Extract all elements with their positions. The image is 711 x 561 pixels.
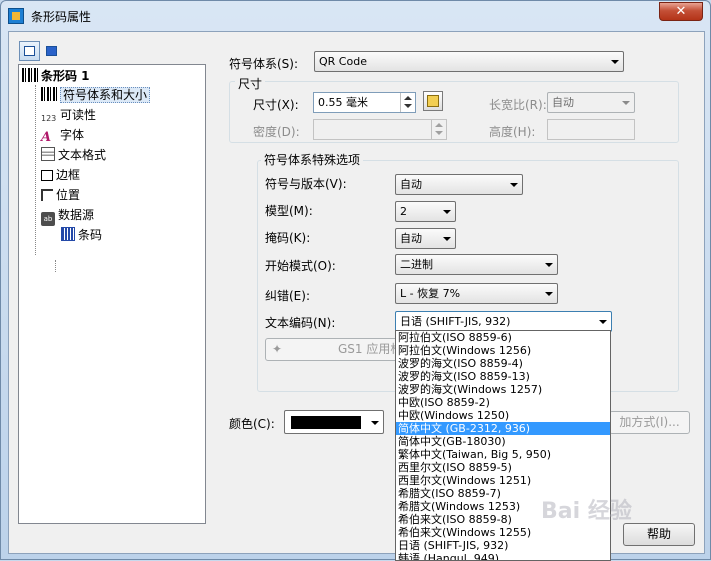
- tabbed-view-button[interactable]: [41, 41, 62, 61]
- mask-select[interactable]: 自动: [395, 228, 456, 249]
- color-select[interactable]: [284, 410, 384, 434]
- encoding-option[interactable]: 波罗的海文(Windows 1257): [396, 383, 610, 396]
- encoding-option[interactable]: 波罗的海文(ISO 8859-13): [396, 370, 610, 383]
- mask-label: 掩码(K):: [265, 231, 311, 245]
- barcode-icon: [22, 68, 38, 82]
- help-button[interactable]: 帮助: [623, 523, 695, 546]
- start-mode-label: 开始模式(O):: [265, 259, 336, 273]
- model-label: 模型(M):: [265, 204, 313, 218]
- tree-item-readability[interactable]: 123 可读性: [41, 106, 96, 124]
- barcode-icon: [41, 87, 57, 101]
- encoding-option[interactable]: 简体中文(GB-18030): [396, 435, 610, 448]
- chevron-down-icon: [611, 60, 619, 64]
- error-correction-select[interactable]: L - 恢复 7%: [395, 283, 558, 304]
- color-swatch: [291, 416, 361, 429]
- chevron-down-icon: [371, 421, 379, 425]
- window-title: 条形码属性: [31, 10, 92, 24]
- encoding-option[interactable]: 阿拉伯文(ISO 8859-6): [396, 331, 610, 344]
- tree-connector: [55, 260, 56, 272]
- tree-item-barcode-source[interactable]: 条码: [61, 226, 102, 244]
- barcode-source-icon: [61, 227, 75, 241]
- version-select[interactable]: 自动: [395, 174, 523, 195]
- text-encoding-select[interactable]: 日语 (SHIFT-JIS, 932): [395, 311, 612, 332]
- text-format-icon: [41, 147, 55, 161]
- chevron-down-icon: [443, 210, 451, 214]
- special-options-title: 符号体系特殊选项: [261, 151, 364, 168]
- method-button[interactable]: 加方式(I)...: [609, 411, 690, 434]
- border-icon: [41, 170, 53, 181]
- encoding-option[interactable]: 希伯来文(Windows 1255): [396, 526, 610, 539]
- height-input[interactable]: [547, 119, 635, 140]
- symbology-label: 符号体系(S):: [229, 57, 299, 71]
- magic-wand-icon: ✦: [272, 342, 283, 356]
- position-icon: [41, 189, 53, 201]
- chevron-down-icon: [599, 320, 607, 324]
- start-mode-select[interactable]: 二进制: [395, 254, 558, 275]
- title-bar[interactable]: 条形码属性 ✕: [1, 1, 710, 31]
- text-encoding-label: 文本编码(N):: [265, 316, 336, 330]
- chevron-down-icon: [545, 263, 553, 267]
- tree-view-icon: [24, 46, 35, 56]
- encoding-option[interactable]: 西里尔文(ISO 8859-5): [396, 461, 610, 474]
- datasource-icon: ab: [41, 212, 55, 226]
- barcode-properties-dialog: 条形码属性 ✕ 条形码 1 符号体系和大小 123可读性 A字体 文本格式: [0, 0, 711, 561]
- size-label: 尺寸(X):: [253, 98, 299, 112]
- encoding-dropdown-list: 阿拉伯文(ISO 8859-6) 阿拉伯文(Windows 1256) 波罗的海文(…: [395, 330, 611, 561]
- encoding-option[interactable]: 阿拉伯文(Windows 1256): [396, 344, 610, 357]
- tree-item-symbology[interactable]: 符号体系和大小: [41, 86, 151, 104]
- size-input[interactable]: 0.55 毫米: [313, 92, 416, 113]
- size-spinner[interactable]: [400, 93, 415, 112]
- density-input[interactable]: [313, 119, 447, 140]
- color-label: 颜色(C):: [229, 417, 275, 431]
- encoding-options: 阿拉伯文(ISO 8859-6) 阿拉伯文(Windows 1256) 波罗的海文(…: [396, 331, 610, 560]
- tree-toolbar: [19, 41, 65, 61]
- font-icon: A: [41, 130, 52, 145]
- app-icon: [8, 8, 24, 24]
- tree-item-datasource[interactable]: ab 数据源: [41, 206, 94, 226]
- tree-item-position[interactable]: 位置: [41, 186, 80, 204]
- encoding-option[interactable]: 繁体中文(Taiwan, Big 5, 950): [396, 448, 610, 461]
- aspect-ratio-label: 长宽比(R):: [489, 98, 547, 112]
- model-select[interactable]: 2: [395, 201, 456, 222]
- encoding-option[interactable]: 西里尔文(Windows 1251): [396, 474, 610, 487]
- chevron-down-icon: [443, 237, 451, 241]
- aspect-ratio-select[interactable]: 自动: [547, 92, 635, 113]
- close-button[interactable]: ✕: [659, 2, 703, 21]
- tree-item-text-format[interactable]: 文本格式: [41, 146, 106, 164]
- size-wizard-button[interactable]: [423, 91, 443, 111]
- size-group-title: 尺寸: [235, 75, 266, 92]
- encoding-option[interactable]: 中欧(Windows 1250): [396, 409, 610, 422]
- tree-item-root[interactable]: 条形码 1: [22, 67, 90, 85]
- tree-item-border[interactable]: 边框: [41, 166, 80, 184]
- property-tree: 条形码 1 符号体系和大小 123 可读性 A 字体 文本格式 边框 位置 ab 数据…: [18, 64, 206, 524]
- height-label: 高度(H):: [489, 125, 536, 139]
- encoding-option[interactable]: 波罗的海文(ISO 8859-4): [396, 357, 610, 370]
- encoding-option[interactable]: 日语 (SHIFT-JIS, 932): [396, 539, 610, 552]
- encoding-option[interactable]: 中欧(ISO 8859-2): [396, 396, 610, 409]
- symbology-select[interactable]: QR Code: [314, 51, 624, 72]
- density-label: 密度(D):: [253, 125, 300, 139]
- 123-icon: 123: [41, 114, 57, 123]
- tabbed-view-icon: [46, 46, 57, 56]
- encoding-option[interactable]: 简体中文 (GB-2312, 936): [396, 422, 610, 435]
- tree-view-button[interactable]: [19, 41, 40, 61]
- wizard-icon: [427, 95, 439, 107]
- chevron-down-icon: [545, 292, 553, 296]
- chevron-down-icon: [510, 183, 518, 187]
- watermark: Bai 经验: [541, 499, 632, 524]
- error-correction-label: 纠错(E):: [265, 289, 310, 303]
- tree-connector: [35, 85, 36, 255]
- tree-item-font[interactable]: A 字体: [41, 126, 84, 145]
- chevron-down-icon: [622, 101, 630, 105]
- version-label: 符号与版本(V):: [265, 177, 347, 191]
- density-spinner[interactable]: [431, 120, 446, 139]
- gs1-button[interactable]: ✦ GS1 应用标: [265, 338, 405, 361]
